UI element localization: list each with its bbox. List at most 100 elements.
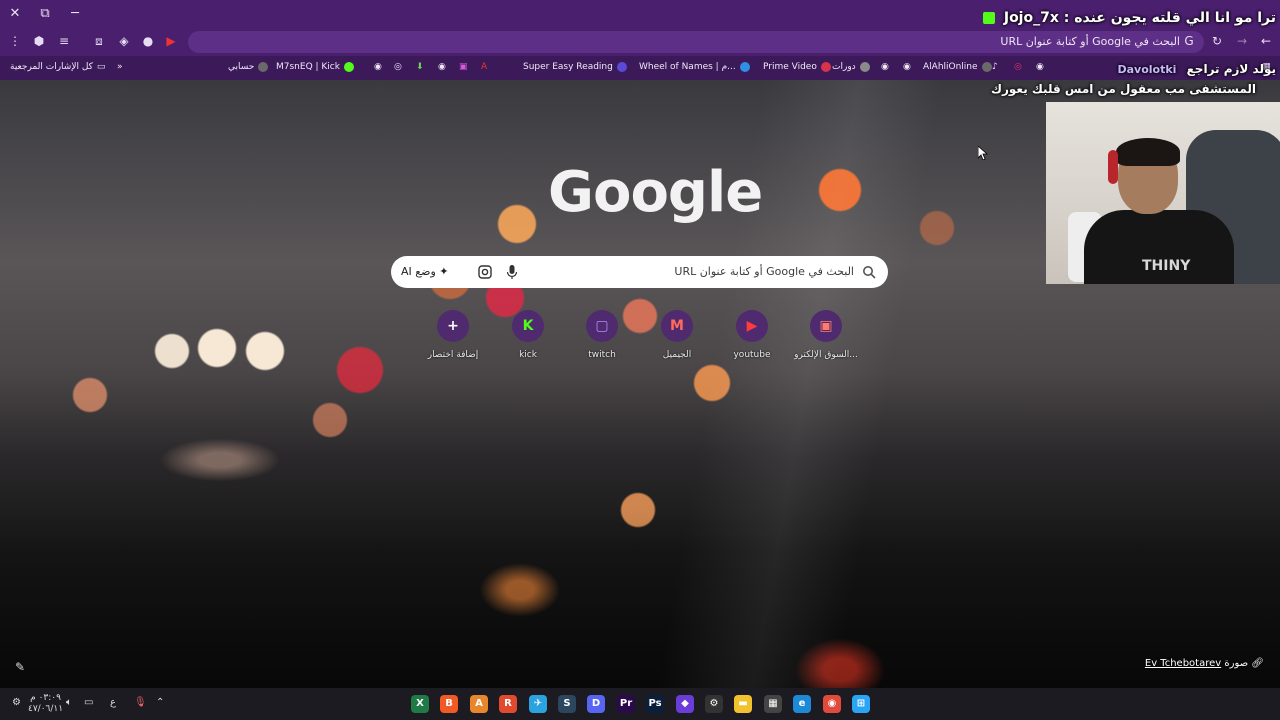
bookmark-item[interactable]: Super Easy Reading — [523, 59, 627, 75]
taskbar-alpha-icon[interactable]: A — [470, 695, 488, 713]
shortcut-label: kick — [519, 350, 537, 360]
taskbar-start-icon[interactable]: ⊞ — [852, 695, 870, 713]
clock-date: ٤٧/٠٦/١١ — [28, 704, 64, 714]
all-bookmarks-button[interactable]: كل الإشارات المرجعية ▭ — [10, 59, 105, 75]
taskbar-discord-icon[interactable]: D — [587, 695, 605, 713]
shortcut-tile[interactable]: ▶ youtube — [712, 310, 792, 360]
tray-overflow-chevron-icon[interactable]: ⌃ — [156, 697, 164, 708]
network-icon[interactable]: ▭ — [84, 697, 93, 708]
globe-icon — [258, 62, 269, 72]
taskbar-store-icon[interactable]: ▦ — [764, 695, 782, 713]
taskbar-explorer-icon[interactable]: ▬ — [734, 695, 752, 713]
shortcut-label: الجيميل — [662, 350, 692, 360]
volume-icon[interactable]: 🔈︎ — [66, 697, 72, 708]
bookmark-item[interactable]: M7snEQ | Kick — [276, 59, 354, 75]
stream-chat-title: ترا مو انا الي قلته يجون عنده : Jojo_7x — [982, 10, 1276, 26]
bookmark-item[interactable]: AlAhliOnline — [923, 59, 992, 75]
shortcut-label: السوق الإلكترو... — [794, 350, 858, 360]
search-box[interactable]: البحث في Google أو كتابة عنوان URL ✦ وضع… — [391, 256, 888, 288]
ai-mode-button[interactable]: ✦ وضع AI — [401, 256, 449, 288]
bookmark-globe-icon[interactable]: ◉ — [881, 59, 889, 75]
bookmark-globe-icon[interactable]: ◉ — [438, 59, 446, 75]
taskbar-edge-icon[interactable]: e — [793, 695, 811, 713]
bookmark-label: AlAhliOnline — [923, 62, 978, 72]
bookmark-globe-icon[interactable]: ◉ — [1036, 59, 1044, 75]
taskbar-brave-icon[interactable]: B — [440, 695, 458, 713]
shortcut-tile[interactable]: M الجيميل — [637, 310, 717, 360]
bookmark-item[interactable]: Prime Video — [763, 59, 831, 75]
bookmark-globe-icon[interactable]: ◉ — [903, 59, 911, 75]
extension-icon[interactable]: ⬢ — [31, 33, 47, 49]
prime-video-icon — [820, 62, 831, 72]
link-icon: 🔗︎ — [1251, 658, 1264, 669]
taskbar-mozilla-icon[interactable]: R — [499, 695, 517, 713]
plus-icon: + — [437, 310, 469, 342]
kick-icon — [343, 62, 354, 72]
kick-icon: K — [512, 310, 544, 342]
extensions-puzzle-icon[interactable]: ⧈ — [91, 33, 107, 49]
youtube-extension-icon[interactable]: ▶ — [163, 33, 179, 49]
shortcut-tile[interactable]: ▢ twitch — [562, 310, 642, 360]
all-bookmarks-label: كل الإشارات المرجعية — [10, 62, 93, 72]
profile-icon[interactable]: ● — [140, 33, 156, 49]
stream-chat-line-text: يولد لازم تراجع — [1186, 62, 1276, 76]
bookmark-blue-icon[interactable]: ◎ — [394, 59, 402, 75]
shortcut-tile[interactable]: ▣ السوق الإلكترو... — [786, 310, 866, 360]
photo-attribution[interactable]: 🔗︎ صورة Ev Tchebotarev — [1145, 658, 1264, 669]
taskbar-chrome-icon[interactable]: ◉ — [823, 695, 841, 713]
bookmark-item[interactable]: دورات — [832, 59, 870, 75]
bookmark-item[interactable]: Wheel of Names | م... — [639, 59, 750, 75]
tiktok-icon[interactable]: ♪ — [992, 59, 998, 75]
forward-icon[interactable]: → — [1234, 33, 1250, 49]
bookmark-label: Prime Video — [763, 62, 817, 72]
instagram-icon[interactable]: ◎ — [1014, 59, 1022, 75]
google-lens-icon[interactable] — [477, 264, 493, 280]
maximize-window-button[interactable]: ⧉ — [34, 4, 56, 24]
gmail-icon: M — [661, 310, 693, 342]
bookmark-globe-icon[interactable]: ◉ — [374, 59, 382, 75]
add-shortcut-button[interactable]: + إضافة اختصار — [413, 310, 493, 360]
bookmark-download-icon[interactable]: ⬇ — [416, 59, 424, 75]
taskbar-photoshop-icon[interactable]: Ps — [646, 695, 664, 713]
taskbar-clipchamp-icon[interactable]: ◆ — [676, 695, 694, 713]
input-language[interactable]: ع — [110, 697, 116, 708]
tab-search-icon[interactable]: ◈ — [116, 33, 132, 49]
bookmark-label: دورات — [832, 62, 856, 72]
taskbar-premiere-icon[interactable]: Pr — [617, 695, 635, 713]
mouse-cursor-icon — [978, 146, 988, 160]
taskbar-telegram-icon[interactable]: ✈ — [529, 695, 547, 713]
bookmark-a-icon[interactable]: A — [481, 59, 487, 75]
channel-tag: Davolotki — [1117, 63, 1177, 76]
microphone-icon[interactable]: 🎙︎ — [134, 697, 147, 708]
folder-icon — [859, 62, 870, 72]
taskbar-steam-icon[interactable]: S — [558, 695, 576, 713]
marketplace-icon: ▣ — [810, 310, 842, 342]
bookmark-label: M7snEQ | Kick — [276, 62, 340, 72]
settings-gear-icon[interactable]: ⚙ — [12, 697, 21, 708]
bookmark-label: حسابي — [228, 62, 255, 72]
close-window-button[interactable]: ✕ — [4, 4, 26, 24]
webcam-feed: THINY — [1046, 102, 1280, 284]
taskbar-excel-icon[interactable]: X — [411, 695, 429, 713]
shortcut-tile[interactable]: K kick — [488, 310, 568, 360]
voice-search-icon[interactable] — [505, 264, 519, 280]
back-icon[interactable]: ← — [1258, 33, 1274, 49]
attribution-link[interactable]: Ev Tchebotarev — [1145, 658, 1221, 669]
minimize-window-button[interactable]: ─ — [64, 4, 86, 24]
bookmark-item[interactable]: حسابي — [228, 59, 269, 75]
bookmarks-overflow-chevron-icon[interactable]: » — [117, 59, 123, 75]
bookmark-pink-icon[interactable]: ▣ — [459, 59, 468, 75]
customize-pencil-icon[interactable]: ✎ — [15, 660, 25, 674]
taskbar-steam-alt-icon[interactable]: ⚙ — [705, 695, 723, 713]
shirt-logo: THINY — [1142, 258, 1191, 274]
menu-icon[interactable]: ⋮ — [7, 33, 23, 49]
google-logo: Google — [548, 160, 763, 225]
search-placeholder: البحث في Google أو كتابة عنوان URL — [674, 265, 854, 278]
folder-icon: ▭ — [96, 62, 106, 72]
stream-chat-line: المستشفى مب معقول من امس قلبك يعورك — [990, 82, 1256, 96]
attribution-prefix: صورة — [1224, 658, 1249, 669]
reload-icon[interactable]: ↻ — [1209, 33, 1225, 49]
media-control-icon[interactable]: ≡ — [56, 33, 72, 49]
system-clock[interactable]: ٠٣:٠٩ م ٤٧/٠٦/١١ — [28, 693, 63, 715]
clock-time: ٠٣:٠٩ م — [30, 693, 61, 703]
